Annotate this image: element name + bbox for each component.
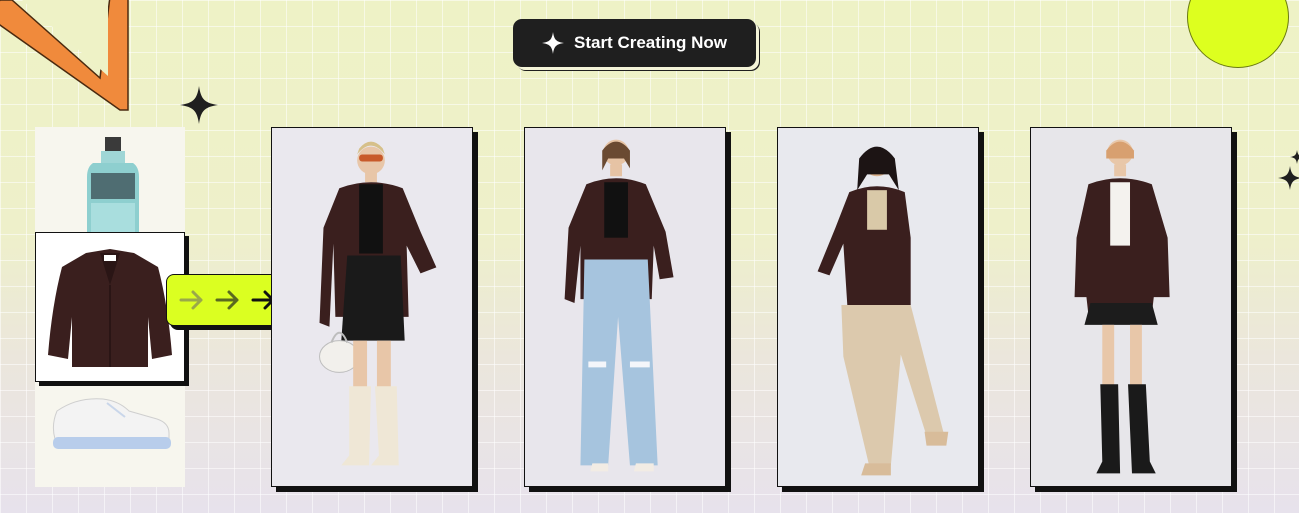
sparkle-icon: [180, 86, 218, 124]
arrow-right-icon: [215, 290, 239, 310]
bottle-image[interactable]: [85, 137, 141, 241]
start-creating-label: Start Creating Now: [573, 33, 728, 52]
orange-triangle-decoration: [0, 0, 129, 111]
arrow-right-icon: [179, 290, 203, 310]
sparkle-icon: [541, 32, 564, 54]
sneaker-image[interactable]: [47, 389, 173, 451]
look-card-2[interactable]: [524, 127, 726, 487]
model-photo-2: [525, 128, 725, 486]
blazer-item-card[interactable]: [35, 232, 185, 382]
look-card-3[interactable]: [777, 127, 979, 487]
blazer-image: [48, 249, 172, 367]
sparkle-icon: [1290, 150, 1299, 164]
start-creating-button[interactable]: Start Creating Now: [513, 19, 756, 67]
lime-circle-decoration: [1187, 0, 1289, 68]
model-photo-4: [1031, 128, 1231, 486]
sparkle-icon: [1278, 166, 1299, 190]
look-card-4[interactable]: [1030, 127, 1232, 487]
model-photo-1: [272, 128, 472, 486]
model-photo-3: [778, 128, 978, 486]
look-card-1[interactable]: [271, 127, 473, 487]
